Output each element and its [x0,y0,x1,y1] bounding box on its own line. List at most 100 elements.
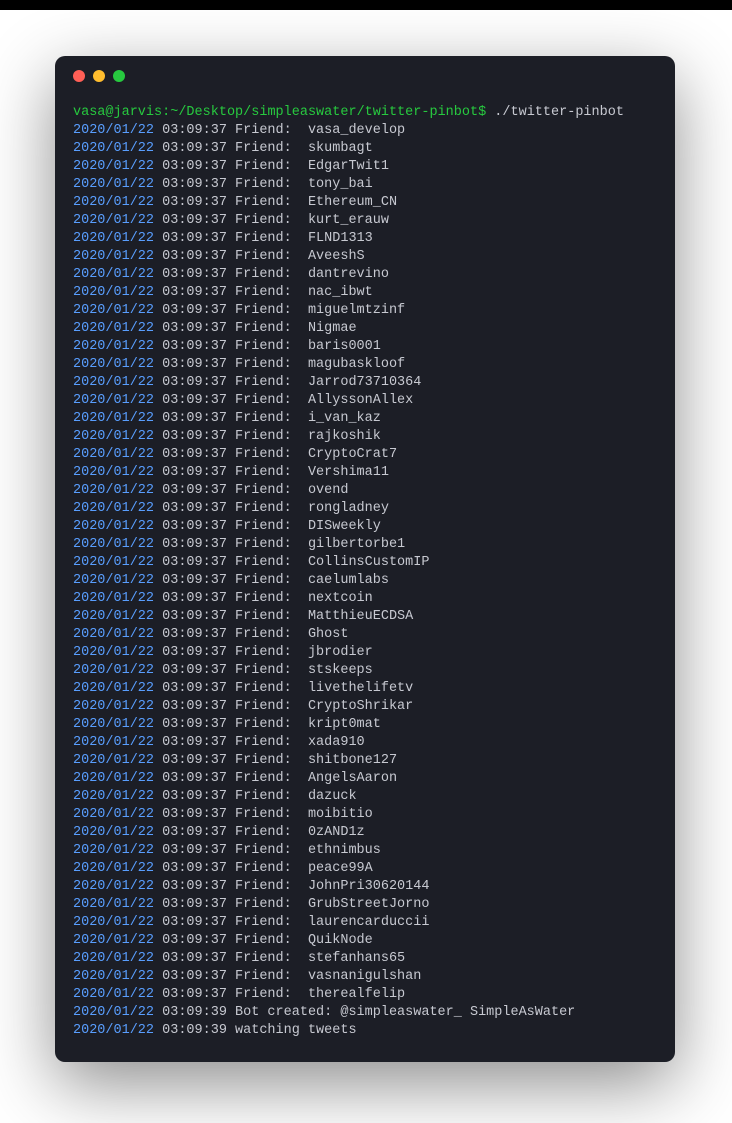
log-date: 2020/01/22 [73,177,154,192]
log-message: 03:09:37 Friend: CollinsCustomIP [154,555,429,570]
log-date: 2020/01/22 [73,627,154,642]
log-date: 2020/01/22 [73,123,154,138]
log-date: 2020/01/22 [73,753,154,768]
log-line: 2020/01/22 03:09:37 Friend: stskeeps [73,662,657,680]
log-date: 2020/01/22 [73,861,154,876]
minimize-icon[interactable] [93,70,105,82]
log-line: 2020/01/22 03:09:37 Friend: xada910 [73,734,657,752]
log-line: 2020/01/22 03:09:37 Friend: Nigmae [73,320,657,338]
log-date: 2020/01/22 [73,699,154,714]
log-message: 03:09:37 Friend: JohnPri30620144 [154,879,429,894]
log-date: 2020/01/22 [73,681,154,696]
log-date: 2020/01/22 [73,195,154,210]
log-date: 2020/01/22 [73,591,154,606]
page-top-bar [0,0,732,10]
log-date: 2020/01/22 [73,285,154,300]
log-line: 2020/01/22 03:09:37 Friend: AllyssonAlle… [73,392,657,410]
log-line: 2020/01/22 03:09:37 Friend: caelumlabs [73,572,657,590]
log-date: 2020/01/22 [73,249,154,264]
log-line: 2020/01/22 03:09:37 Friend: FLND1313 [73,230,657,248]
log-line: 2020/01/22 03:09:37 Friend: rajkoshik [73,428,657,446]
log-line: 2020/01/22 03:09:37 Friend: CollinsCusto… [73,554,657,572]
log-message: 03:09:37 Friend: Nigmae [154,321,357,336]
log-line: 2020/01/22 03:09:37 Friend: nextcoin [73,590,657,608]
log-date: 2020/01/22 [73,789,154,804]
log-date: 2020/01/22 [73,357,154,372]
log-message: 03:09:37 Friend: magubaskloof [154,357,405,372]
log-date: 2020/01/22 [73,825,154,840]
log-date: 2020/01/22 [73,447,154,462]
log-date: 2020/01/22 [73,519,154,534]
log-message: 03:09:39 Bot created: @simpleaswater_ Si… [154,1005,575,1020]
log-date: 2020/01/22 [73,483,154,498]
log-message: 03:09:37 Friend: xada910 [154,735,365,750]
log-line: 2020/01/22 03:09:37 Friend: stefanhans65 [73,950,657,968]
log-date: 2020/01/22 [73,807,154,822]
log-date: 2020/01/22 [73,933,154,948]
log-line: 2020/01/22 03:09:37 Friend: dazuck [73,788,657,806]
log-date: 2020/01/22 [73,609,154,624]
log-line: 2020/01/22 03:09:39 watching tweets [73,1022,657,1040]
log-date: 2020/01/22 [73,375,154,390]
log-message: 03:09:37 Friend: stskeeps [154,663,373,678]
log-message: 03:09:37 Friend: moibitio [154,807,373,822]
log-line: 2020/01/22 03:09:37 Friend: baris0001 [73,338,657,356]
log-line: 2020/01/22 03:09:37 Friend: peace99A [73,860,657,878]
log-message: 03:09:37 Friend: MatthieuECDSA [154,609,413,624]
log-message: 03:09:37 Friend: ovend [154,483,348,498]
log-line: 2020/01/22 03:09:37 Friend: dantrevino [73,266,657,284]
log-message: 03:09:37 Friend: Ghost [154,627,348,642]
log-message: 03:09:37 Friend: Ethereum_CN [154,195,397,210]
log-date: 2020/01/22 [73,321,154,336]
log-line: 2020/01/22 03:09:37 Friend: Vershima11 [73,464,657,482]
log-date: 2020/01/22 [73,717,154,732]
log-date: 2020/01/22 [73,213,154,228]
log-date: 2020/01/22 [73,393,154,408]
log-date: 2020/01/22 [73,663,154,678]
maximize-icon[interactable] [113,70,125,82]
window-titlebar[interactable] [55,56,675,96]
log-message: 03:09:37 Friend: AllyssonAllex [154,393,413,408]
log-message: 03:09:37 Friend: GrubStreetJorno [154,897,429,912]
close-icon[interactable] [73,70,85,82]
log-date: 2020/01/22 [73,411,154,426]
terminal-window: vasa@jarvis:~/Desktop/simpleaswater/twit… [55,56,675,1062]
log-message: 03:09:37 Friend: vasa_develop [154,123,405,138]
log-message: 03:09:37 Friend: laurencarduccii [154,915,429,930]
log-message: 03:09:37 Friend: i_van_kaz [154,411,381,426]
log-date: 2020/01/22 [73,843,154,858]
log-message: 03:09:37 Friend: FLND1313 [154,231,373,246]
log-message: 03:09:37 Friend: jbrodier [154,645,373,660]
log-date: 2020/01/22 [73,969,154,984]
log-line: 2020/01/22 03:09:37 Friend: gilbertorbe1 [73,536,657,554]
log-line: 2020/01/22 03:09:37 Friend: 0zAND1z [73,824,657,842]
log-line: 2020/01/22 03:09:37 Friend: CryptoShrika… [73,698,657,716]
log-date: 2020/01/22 [73,951,154,966]
log-line: 2020/01/22 03:09:37 Friend: JohnPri30620… [73,878,657,896]
log-message: 03:09:37 Friend: stefanhans65 [154,951,405,966]
log-date: 2020/01/22 [73,573,154,588]
terminal-content[interactable]: vasa@jarvis:~/Desktop/simpleaswater/twit… [55,96,675,1062]
log-line: 2020/01/22 03:09:37 Friend: GrubStreetJo… [73,896,657,914]
log-message: 03:09:37 Friend: AveeshS [154,249,365,264]
log-message: 03:09:37 Friend: tony_bai [154,177,373,192]
log-message: 03:09:37 Friend: kurt_erauw [154,213,389,228]
log-date: 2020/01/22 [73,429,154,444]
log-date: 2020/01/22 [73,771,154,786]
log-date: 2020/01/22 [73,897,154,912]
log-message: 03:09:37 Friend: rongladney [154,501,389,516]
log-date: 2020/01/22 [73,735,154,750]
log-message: 03:09:37 Friend: CryptoCrat7 [154,447,397,462]
log-line: 2020/01/22 03:09:37 Friend: Jarrod737103… [73,374,657,392]
log-date: 2020/01/22 [73,231,154,246]
prompt-line: vasa@jarvis:~/Desktop/simpleaswater/twit… [73,104,657,122]
log-message: 03:09:37 Friend: Vershima11 [154,465,389,480]
log-date: 2020/01/22 [73,303,154,318]
log-line: 2020/01/22 03:09:37 Friend: nac_ibwt [73,284,657,302]
log-message: 03:09:37 Friend: CryptoShrikar [154,699,413,714]
log-message: 03:09:39 watching tweets [154,1023,357,1038]
log-line: 2020/01/22 03:09:37 Friend: Ghost [73,626,657,644]
log-message: 03:09:37 Friend: kript0mat [154,717,381,732]
log-message: 03:09:37 Friend: 0zAND1z [154,825,365,840]
log-date: 2020/01/22 [73,267,154,282]
